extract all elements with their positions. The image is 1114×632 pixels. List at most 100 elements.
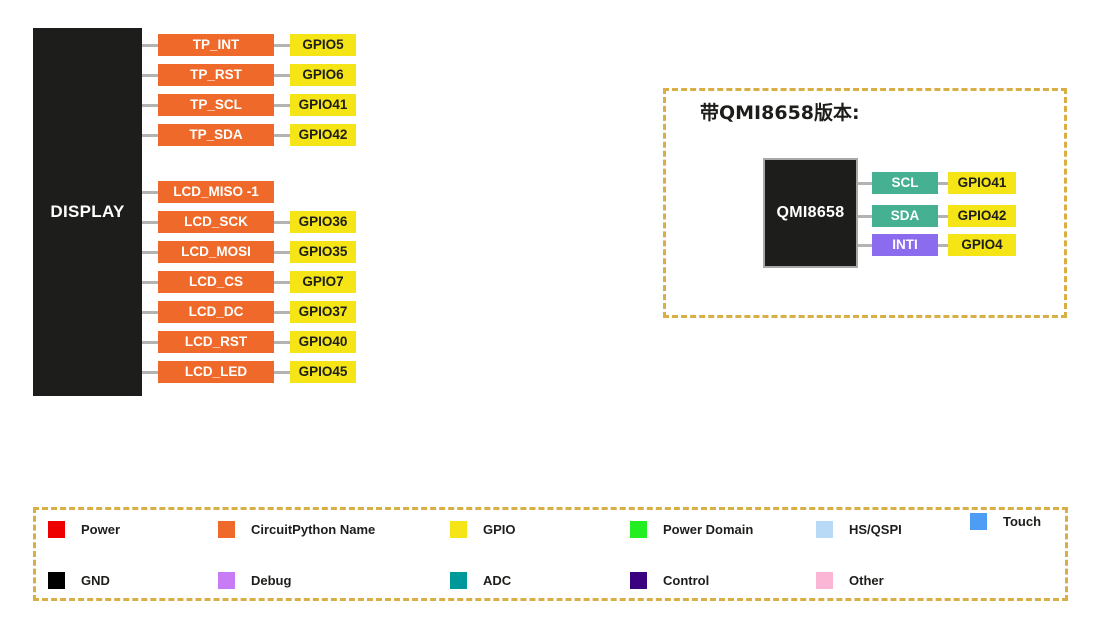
pin-name-badge: TP_SCL bbox=[158, 94, 274, 116]
legend-label: GND bbox=[81, 573, 110, 588]
gpio-badge: GPIO5 bbox=[290, 34, 356, 56]
legend-color-swatch bbox=[450, 572, 467, 589]
display-chip-block: DISPLAY bbox=[33, 28, 142, 396]
gpio-badge: GPIO41 bbox=[948, 172, 1016, 194]
gpio-badge: GPIO36 bbox=[290, 211, 356, 233]
gpio-lead-line bbox=[274, 220, 290, 224]
legend-label: ADC bbox=[483, 573, 512, 588]
pin-lead-line bbox=[142, 220, 158, 224]
legend-label: Debug bbox=[251, 573, 292, 588]
pin-row: LCD_DC GPIO37 bbox=[142, 301, 356, 323]
gpio-lead-line bbox=[274, 103, 290, 107]
legend-item: Control bbox=[630, 572, 709, 589]
legend-label: Other bbox=[849, 573, 884, 588]
pin-lead-line bbox=[142, 340, 158, 344]
legend-item: Power bbox=[48, 521, 120, 538]
pin-name-badge: TP_RST bbox=[158, 64, 274, 86]
legend-color-swatch bbox=[218, 572, 235, 589]
gpio-lead-line bbox=[274, 340, 290, 344]
gpio-lead-line bbox=[938, 181, 948, 185]
legend-color-swatch bbox=[816, 572, 833, 589]
legend-item: Other bbox=[816, 572, 884, 589]
gpio-badge: GPIO35 bbox=[290, 241, 356, 263]
pin-lead-line bbox=[142, 133, 158, 137]
legend-color-swatch bbox=[48, 521, 65, 538]
legend-color-swatch bbox=[816, 521, 833, 538]
legend-label: Power bbox=[81, 522, 121, 537]
pin-name-badge: INTI bbox=[872, 234, 938, 256]
gpio-badge: GPIO45 bbox=[290, 361, 356, 383]
gpio-lead-line bbox=[274, 370, 290, 374]
display-chip-label: DISPLAY bbox=[50, 202, 125, 221]
gpio-lead-line bbox=[274, 73, 290, 77]
gpio-badge: GPIO41 bbox=[290, 94, 356, 116]
pin-name-badge: LCD_LED bbox=[158, 361, 274, 383]
pin-lead-line bbox=[142, 190, 158, 194]
qmi8658-panel-title: 带QMI8658版本: bbox=[700, 102, 860, 124]
legend-color-swatch bbox=[970, 513, 987, 530]
pin-row: TP_SCL GPIO41 bbox=[142, 94, 356, 116]
pin-name-badge: LCD_MISO -1 bbox=[158, 181, 274, 203]
pin-name-badge: LCD_RST bbox=[158, 331, 274, 353]
legend-color-swatch bbox=[218, 521, 235, 538]
pin-lead-line bbox=[142, 43, 158, 47]
pin-row: SDA GPIO42 bbox=[858, 205, 1016, 227]
legend-color-swatch bbox=[630, 521, 647, 538]
gpio-lead-line bbox=[274, 133, 290, 137]
pin-name-badge: SCL bbox=[872, 172, 938, 194]
gpio-badge: GPIO42 bbox=[948, 205, 1016, 227]
legend-label: Touch bbox=[1003, 514, 1042, 529]
pinout-diagram: DISPLAY TP_INT GPIO5 TP_RST GPIO6 TP_SCL GPIO… bbox=[0, 0, 1114, 632]
pin-lead-line bbox=[858, 243, 872, 247]
pin-row: LCD_MOSI GPIO35 bbox=[142, 241, 356, 263]
gpio-lead-line bbox=[938, 214, 948, 218]
legend-color-swatch bbox=[450, 521, 467, 538]
legend-item: HS/QSPI bbox=[816, 521, 902, 538]
qmi8658-chip-label: QMI8658 bbox=[776, 204, 845, 221]
pin-row: TP_SDA GPIO42 bbox=[142, 124, 356, 146]
pin-row: SCL GPIO41 bbox=[858, 172, 1016, 194]
gpio-badge: GPIO6 bbox=[290, 64, 356, 86]
pin-lead-line bbox=[858, 214, 872, 218]
legend-label: Power Domain bbox=[663, 522, 754, 537]
legend-item: GPIO bbox=[450, 521, 516, 538]
qmi8658-chip-block: QMI8658 bbox=[763, 158, 858, 268]
legend-color-swatch bbox=[48, 572, 65, 589]
gpio-lead-line bbox=[274, 280, 290, 284]
legend-panel bbox=[33, 507, 1068, 601]
legend-item: GND bbox=[48, 572, 110, 589]
legend-item: CircuitPython Name bbox=[218, 521, 375, 538]
legend-label: CircuitPython Name bbox=[251, 522, 376, 537]
pin-row: TP_INT GPIO5 bbox=[142, 34, 356, 56]
pin-name-badge: LCD_MOSI bbox=[158, 241, 274, 263]
legend-item: ADC bbox=[450, 572, 511, 589]
gpio-lead-line bbox=[274, 310, 290, 314]
legend-color-swatch bbox=[630, 572, 647, 589]
pin-name-badge: LCD_CS bbox=[158, 271, 274, 293]
pin-name-badge: LCD_SCK bbox=[158, 211, 274, 233]
pin-lead-line bbox=[142, 370, 158, 374]
legend-label: HS/QSPI bbox=[849, 522, 902, 537]
pin-name-badge: TP_INT bbox=[158, 34, 274, 56]
gpio-badge: GPIO40 bbox=[290, 331, 356, 353]
gpio-badge: GPIO37 bbox=[290, 301, 356, 323]
legend-item: Power Domain bbox=[630, 521, 753, 538]
pin-lead-line bbox=[858, 181, 872, 185]
pin-lead-line bbox=[142, 280, 158, 284]
gpio-badge: GPIO7 bbox=[290, 271, 356, 293]
legend-label: GPIO bbox=[483, 522, 516, 537]
legend-item: Touch bbox=[970, 513, 1041, 530]
pin-lead-line bbox=[142, 73, 158, 77]
pin-name-badge: SDA bbox=[872, 205, 938, 227]
gpio-badge: GPIO4 bbox=[948, 234, 1016, 256]
pin-name-badge: TP_SDA bbox=[158, 124, 274, 146]
pin-name-badge: LCD_DC bbox=[158, 301, 274, 323]
pin-lead-line bbox=[142, 310, 158, 314]
pin-row: LCD_SCK GPIO36 bbox=[142, 211, 356, 233]
pin-row: LCD_CS GPIO7 bbox=[142, 271, 356, 293]
legend-item: Debug bbox=[218, 572, 291, 589]
pin-row: INTI GPIO4 bbox=[858, 234, 1016, 256]
pin-lead-line bbox=[142, 103, 158, 107]
gpio-lead-line bbox=[274, 43, 290, 47]
pin-row: LCD_MISO -1 bbox=[142, 181, 274, 203]
